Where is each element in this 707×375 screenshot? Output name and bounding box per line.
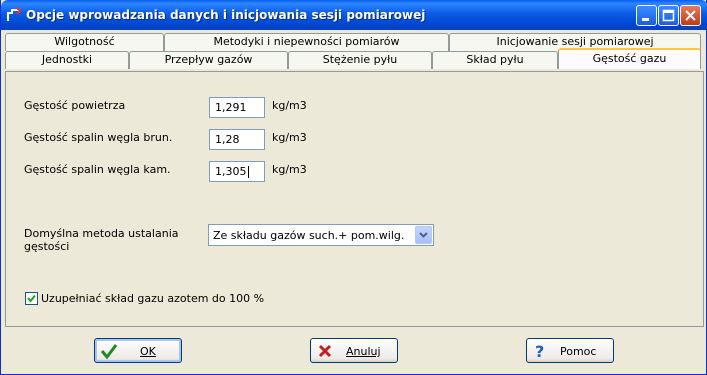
field-label-brown-coal-density: Gęstość spalin węgla brun. xyxy=(24,131,173,144)
method-label-line1: Domyślna metoda ustalania xyxy=(24,227,179,240)
tab-jednostki[interactable]: Jednostki xyxy=(5,51,129,69)
question-mark-icon: ? xyxy=(535,342,544,360)
tab-stezenie-pylu[interactable]: Stężenie pyłu xyxy=(288,51,432,69)
window-title: Opcje wprowadzania danych i inicjowania … xyxy=(26,8,426,22)
ok-button-label: OK xyxy=(140,345,156,358)
hard-coal-density-unit: kg/m3 xyxy=(272,163,307,176)
text-caret xyxy=(247,166,249,178)
tab-przeplyw-gazow[interactable]: Przepływ gazów xyxy=(129,51,288,69)
brown-coal-density-unit: kg/m3 xyxy=(272,131,307,144)
tab-wilgotnosc[interactable]: Wilgotność xyxy=(5,33,164,51)
minimize-button[interactable] xyxy=(636,5,657,26)
nitrogen-fill-label: Uzupełniać skład gazu azotem do 100 % xyxy=(41,292,265,305)
help-button-label: Pomoc xyxy=(560,345,597,358)
maximize-button[interactable] xyxy=(658,5,679,26)
app-icon xyxy=(7,7,22,21)
help-button[interactable]: ? Pomoc xyxy=(526,338,614,363)
title-bar[interactable]: Opcje wprowadzania danych i inicjowania … xyxy=(1,0,707,30)
tab-sklad-pylu[interactable]: Skład pyłu xyxy=(432,51,558,69)
maximize-icon xyxy=(662,9,675,22)
tab-strip: Wilgotność Metodyki i niepewności pomiar… xyxy=(1,30,707,72)
close-icon xyxy=(685,10,696,21)
brown-coal-density-input[interactable]: 1,28 xyxy=(209,129,265,150)
method-label-line2: gęstości xyxy=(24,240,70,253)
field-label-hard-coal-density: Gęstość spalin węgla kam. xyxy=(24,163,171,176)
cancel-button-label: Anuluj xyxy=(346,345,381,358)
svg-text:?: ? xyxy=(535,342,544,360)
minimize-icon xyxy=(642,18,649,21)
checkmark-icon xyxy=(100,344,118,360)
density-method-select[interactable]: Ze składu gazów such.+ pom.wilg. xyxy=(208,224,434,246)
close-button[interactable] xyxy=(680,5,701,26)
cancel-button[interactable]: Anuluj xyxy=(310,338,398,363)
ok-button[interactable]: OK xyxy=(94,338,182,363)
air-density-unit: kg/m3 xyxy=(272,99,307,112)
air-density-input[interactable]: 1,291 xyxy=(209,97,265,118)
tab-metodyki[interactable]: Metodyki i niepewności pomiarów xyxy=(164,33,449,51)
hard-coal-density-value: 1,305 xyxy=(215,165,247,178)
nitrogen-fill-checkbox[interactable] xyxy=(25,292,38,305)
density-method-value: Ze składu gazów such.+ pom.wilg. xyxy=(213,229,405,242)
field-label-air-density: Gęstość powietrza xyxy=(24,99,126,112)
dialog-window: Opcje wprowadzania danych i inicjowania … xyxy=(0,0,707,375)
checkmark-icon xyxy=(27,294,36,303)
dropdown-button[interactable] xyxy=(415,226,432,244)
close-icon xyxy=(318,344,332,358)
tab-gestosc-gazu[interactable]: Gęstość gazu xyxy=(558,48,701,69)
hard-coal-density-input[interactable]: 1,305 xyxy=(209,161,265,182)
chevron-down-icon xyxy=(419,232,428,238)
